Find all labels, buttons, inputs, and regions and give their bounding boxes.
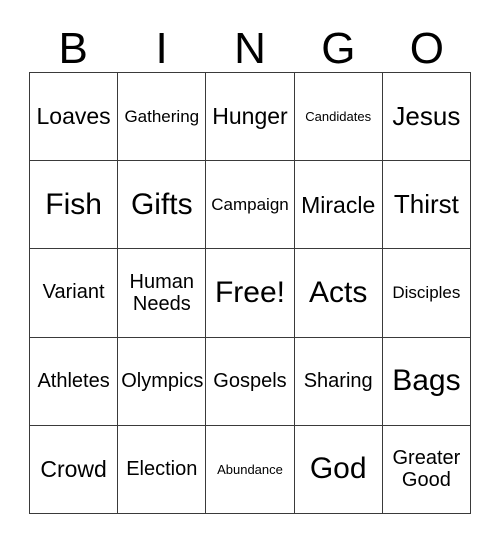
bingo-cell-label: Variant xyxy=(42,281,105,304)
bingo-cell-label: Disciples xyxy=(392,282,461,302)
bingo-cell-label: Athletes xyxy=(37,369,110,392)
bingo-card: B I N G O Loaves Gathering Hunger Candid… xyxy=(0,0,500,544)
bingo-cell[interactable]: Sharing xyxy=(294,337,383,426)
bingo-cell-label: Candidates xyxy=(305,108,372,124)
bingo-cell[interactable]: Miracle xyxy=(294,161,383,250)
bingo-cell[interactable]: God xyxy=(294,425,383,514)
bingo-cell[interactable]: Bags xyxy=(382,337,471,426)
bingo-cell-label: Miracle xyxy=(301,191,376,218)
bingo-grid: Loaves Gathering Hunger Candidates Jesus… xyxy=(29,72,471,514)
bingo-cell[interactable]: Jesus xyxy=(382,73,471,162)
bingo-cell[interactable]: Acts xyxy=(294,249,383,338)
bingo-cell-label: Bags xyxy=(392,364,461,398)
bingo-cell-label: Hunger xyxy=(212,103,288,130)
bingo-cell-label: Gathering xyxy=(124,106,200,126)
bingo-cell-label: Olympics xyxy=(121,369,204,392)
bingo-cell-free-space[interactable]: Free! xyxy=(206,249,295,338)
header-letter-b: B xyxy=(58,24,88,73)
bingo-cell[interactable]: Hunger xyxy=(206,73,295,162)
bingo-cell[interactable]: Campaign xyxy=(206,161,295,250)
bingo-cell[interactable]: Variant xyxy=(30,249,119,338)
bingo-cell[interactable]: Fish xyxy=(30,161,119,250)
bingo-cell[interactable]: Disciples xyxy=(382,249,471,338)
bingo-cell[interactable]: Olympics xyxy=(118,337,207,426)
header-letter-i: I xyxy=(155,24,168,73)
bingo-cell[interactable]: Loaves xyxy=(30,73,119,162)
bingo-cell[interactable]: Athletes xyxy=(30,337,119,426)
bingo-cell-label: Acts xyxy=(309,276,368,310)
bingo-cell[interactable]: Human Needs xyxy=(118,249,207,338)
bingo-cell-label: Abundance xyxy=(217,461,283,477)
bingo-cell-label: Campaign xyxy=(211,194,289,214)
bingo-cell[interactable]: Thirst xyxy=(382,161,471,250)
bingo-cell-label: Free! xyxy=(214,276,285,310)
bingo-cell-label: Gifts xyxy=(130,187,193,221)
bingo-cell[interactable]: Election xyxy=(118,425,207,514)
bingo-cell[interactable]: Greater Good xyxy=(382,425,471,514)
bingo-cell-label: God xyxy=(309,452,367,486)
bingo-cell-label: Gospels xyxy=(213,369,287,392)
bingo-cell[interactable]: Gospels xyxy=(206,337,295,426)
bingo-cell-label: Loaves xyxy=(36,103,111,130)
header-letter-o: O xyxy=(409,24,444,73)
bingo-cell-label: Jesus xyxy=(392,100,461,131)
bingo-cell[interactable]: Gifts xyxy=(118,161,207,250)
bingo-cell[interactable]: Gathering xyxy=(118,73,207,162)
bingo-cell-label: Election xyxy=(126,457,198,480)
bingo-cell[interactable]: Crowd xyxy=(30,425,119,514)
bingo-cell-label: Crowd xyxy=(40,456,107,483)
bingo-cell-label: Fish xyxy=(45,187,102,221)
bingo-cell-label: Greater Good xyxy=(392,447,461,492)
bingo-cell-label: Human Needs xyxy=(129,270,195,315)
bingo-cell[interactable]: Abundance xyxy=(206,425,295,514)
bingo-header-row: B I N G O xyxy=(29,16,471,72)
bingo-cell-label: Sharing xyxy=(303,369,373,392)
bingo-cell-label: Thirst xyxy=(393,189,459,220)
bingo-cell[interactable]: Candidates xyxy=(294,73,383,162)
header-letter-g: G xyxy=(321,24,356,73)
header-letter-n: N xyxy=(234,24,266,73)
